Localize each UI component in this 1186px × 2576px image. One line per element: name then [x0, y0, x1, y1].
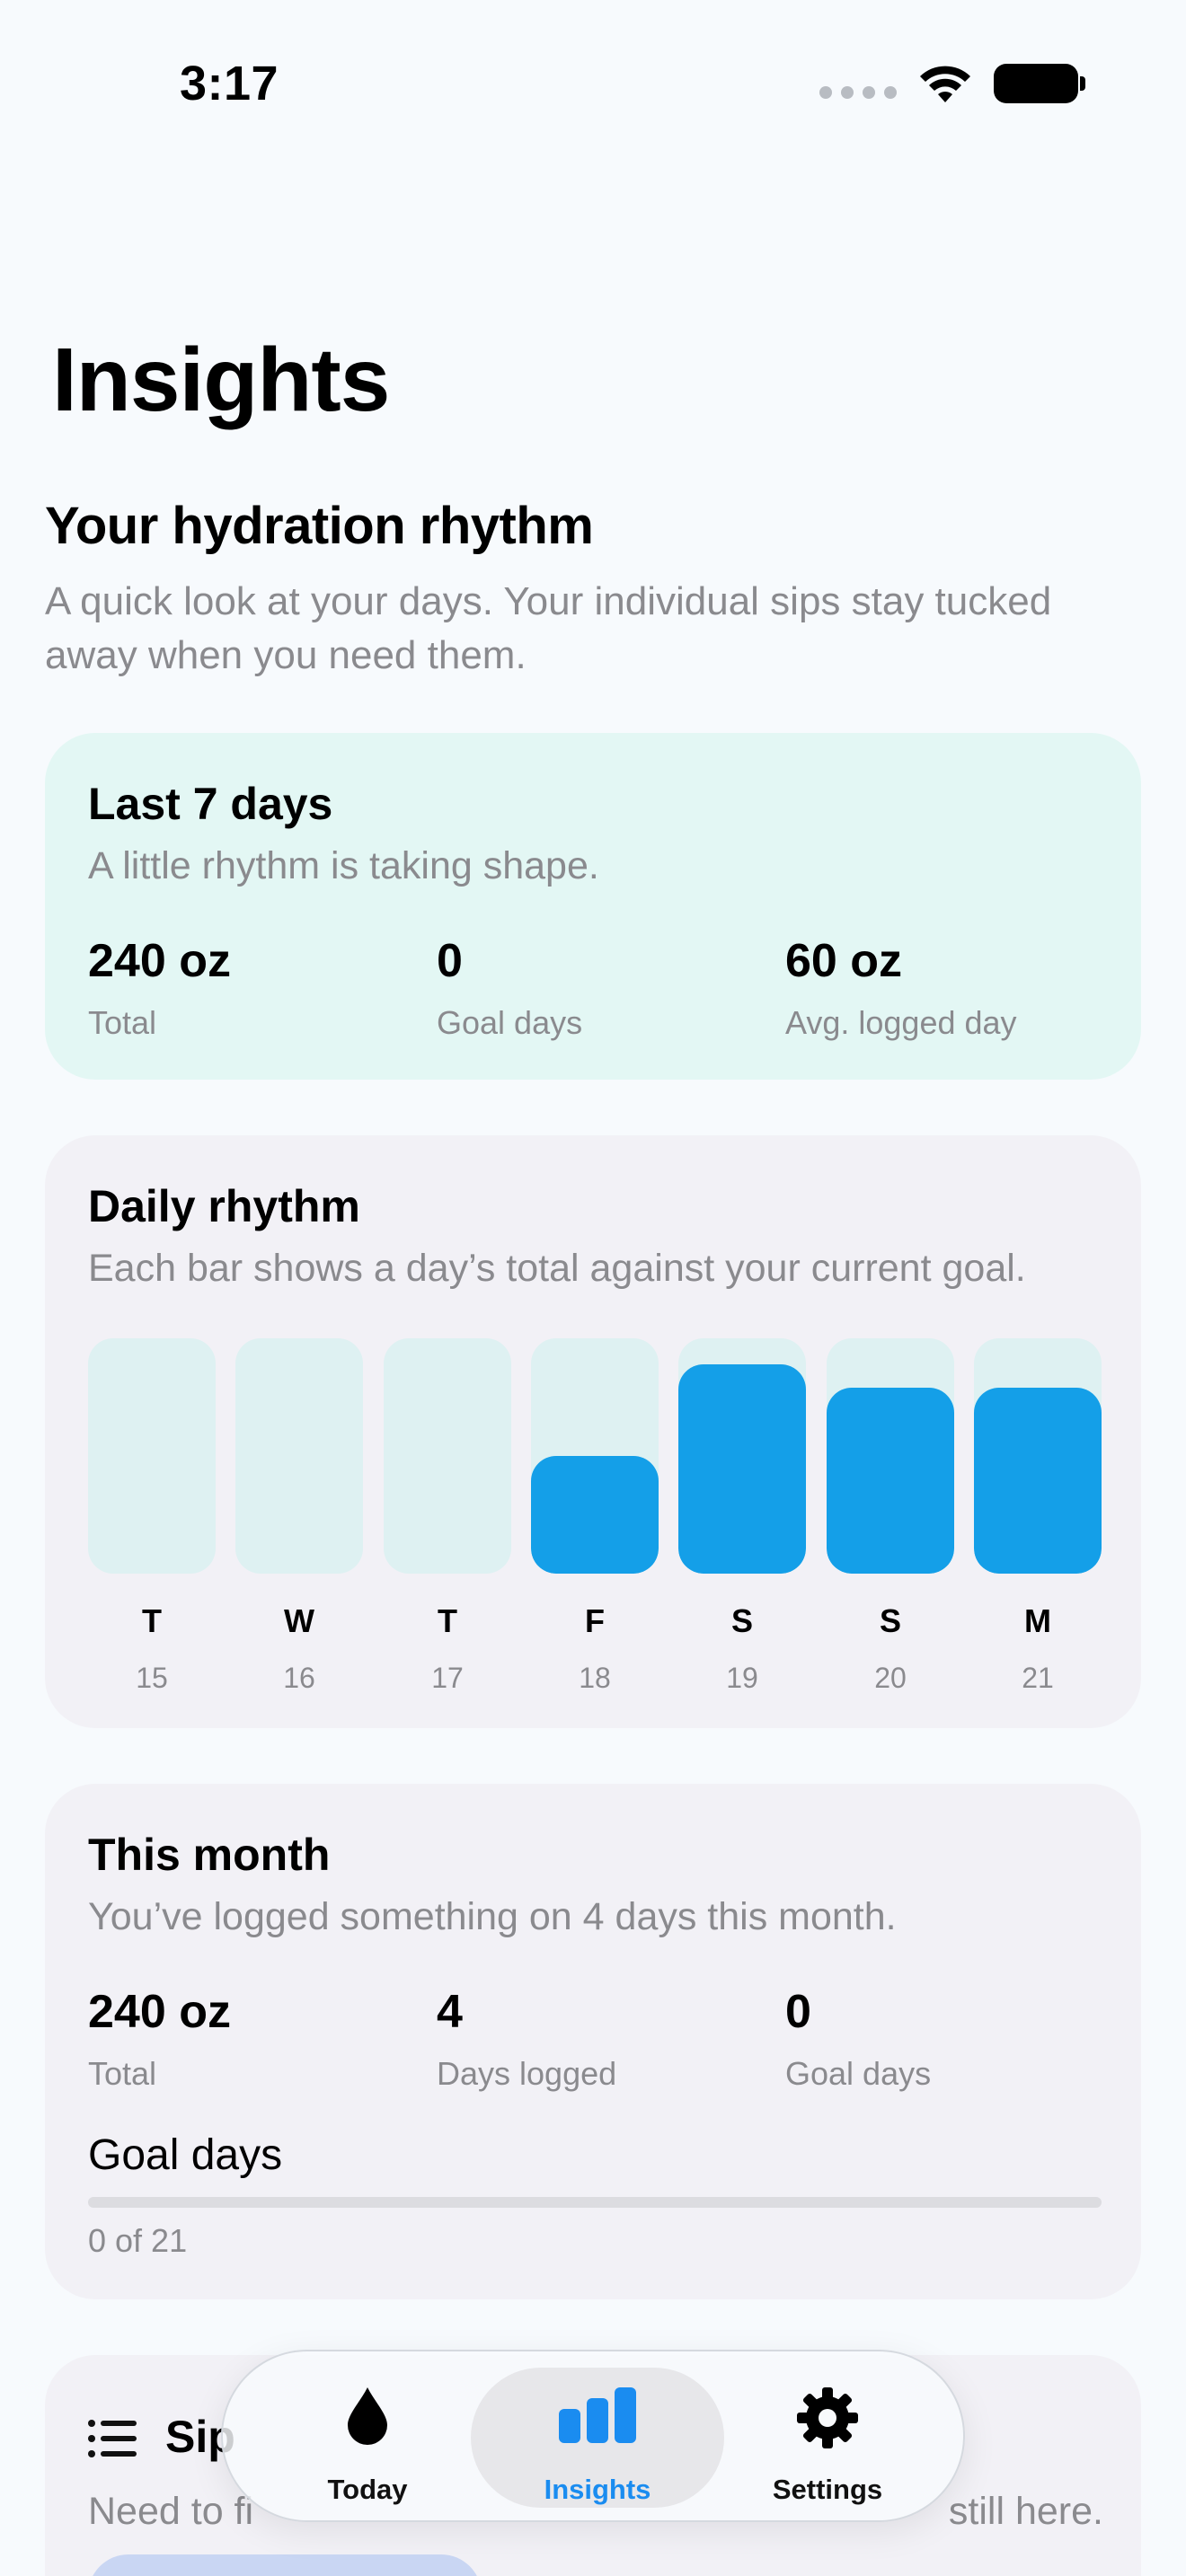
goal-days-progress-bar	[88, 2197, 1102, 2208]
stat-value: 240 oz	[88, 1986, 231, 2038]
bar-date-label: 18	[579, 1662, 611, 1694]
bar-track	[88, 1338, 216, 1574]
stat-value: 240 oz	[88, 935, 231, 987]
tab-label: Insights	[544, 2474, 651, 2505]
daily-rhythm-chart: T 15 W 16 T 17 F 18 S 19 S 20 M 21	[88, 1338, 1102, 1698]
tab-bar: Today Insights Settings	[221, 2350, 965, 2522]
gear-icon	[795, 2386, 860, 2455]
bar-day-label: W	[284, 1602, 314, 1639]
stat-goal-days: 0 Goal days	[437, 934, 778, 1042]
stat-goal-days: 0 Goal days	[785, 1985, 1127, 2093]
card-subtitle: A little rhythm is taking shape.	[88, 844, 599, 887]
stat-total: 240 oz Total	[88, 934, 429, 1042]
stat-label: Days logged	[437, 2055, 617, 2092]
stat-label: Total	[88, 1004, 157, 1041]
bar	[827, 1388, 954, 1574]
bar-track	[678, 1338, 806, 1574]
stat-label: Total	[88, 2055, 157, 2092]
sips-subtitle-start: Need to fi	[88, 2490, 254, 2533]
card-title: Daily rhythm	[88, 1181, 360, 1231]
wifi-icon	[918, 63, 972, 104]
card-title: Last 7 days	[88, 779, 333, 829]
bar-date-label: 20	[874, 1662, 907, 1694]
bar-day-label: T	[438, 1602, 457, 1639]
tab-insights[interactable]: Insights	[471, 2368, 724, 2508]
stat-value: 0	[785, 1986, 811, 2038]
page-title: Insights	[52, 330, 390, 430]
bar-track	[384, 1338, 511, 1574]
bar	[678, 1364, 806, 1574]
daily-rhythm-card: Daily rhythm Each bar shows a day’s tota…	[45, 1135, 1141, 1728]
cellular-signal-icon	[819, 86, 897, 99]
last-7-days-card: Last 7 days A little rhythm is taking sh…	[45, 733, 1141, 1080]
sips-subtitle-end: still here.	[948, 2490, 1103, 2533]
bar-day-label: M	[1024, 1602, 1051, 1639]
stat-value: 0	[437, 935, 463, 987]
bar-chart-icon	[557, 2386, 638, 2449]
insights-screen: 3:17 Insights Your hydration rhythm A qu…	[0, 0, 1186, 2576]
bar-day-label: F	[585, 1602, 605, 1639]
drop-icon	[344, 2386, 391, 2451]
tab-settings[interactable]: Settings	[701, 2368, 954, 2508]
card-title: This month	[88, 1830, 331, 1880]
bar-track	[531, 1338, 659, 1574]
stat-label: Goal days	[437, 1004, 583, 1041]
this-month-card: This month You’ve logged something on 4 …	[45, 1784, 1141, 2299]
section-subtitle: A quick look at your days. Your individu…	[45, 579, 1052, 677]
stat-label: Avg. logged day	[785, 1004, 1017, 1041]
stat-total: 240 oz Total	[88, 1985, 429, 2093]
section-heading: Your hydration rhythm	[45, 497, 594, 555]
bar	[531, 1456, 659, 1574]
status-indicators	[819, 63, 1085, 104]
battery-icon	[994, 64, 1085, 103]
card-subtitle: Each bar shows a day’s total against you…	[88, 1247, 1026, 1290]
tab-label: Settings	[772, 2474, 883, 2505]
bar	[974, 1388, 1102, 1574]
bar-day-label: T	[142, 1602, 162, 1639]
goal-days-label: Goal days	[88, 2131, 283, 2179]
card-subtitle: You’ve logged something on 4 days this m…	[88, 1895, 897, 1938]
bar-date-label: 16	[283, 1662, 315, 1694]
list-icon	[88, 2420, 137, 2457]
status-time: 3:17	[180, 57, 279, 110]
stat-label: Goal days	[785, 2055, 932, 2092]
bar-date-label: 15	[136, 1662, 168, 1694]
stat-value: 4	[437, 1986, 463, 2038]
bar-date-label: 21	[1022, 1662, 1054, 1694]
stat-avg-logged-day: 60 oz Avg. logged day	[785, 934, 1127, 1042]
bar-track	[974, 1338, 1102, 1574]
sips-action-button[interactable]	[88, 2554, 482, 2576]
tab-label: Today	[327, 2474, 408, 2505]
bar-track	[827, 1338, 954, 1574]
bar-day-label: S	[730, 1602, 753, 1639]
bar-date-label: 17	[431, 1662, 464, 1694]
bar-date-label: 19	[726, 1662, 758, 1694]
bar-track	[235, 1338, 363, 1574]
stat-days-logged: 4 Days logged	[437, 1985, 778, 2093]
tab-today[interactable]: Today	[241, 2368, 494, 2508]
bar-day-label: S	[879, 1602, 901, 1639]
stat-value: 60 oz	[785, 935, 903, 987]
goal-days-count: 0 of 21	[88, 2222, 188, 2259]
